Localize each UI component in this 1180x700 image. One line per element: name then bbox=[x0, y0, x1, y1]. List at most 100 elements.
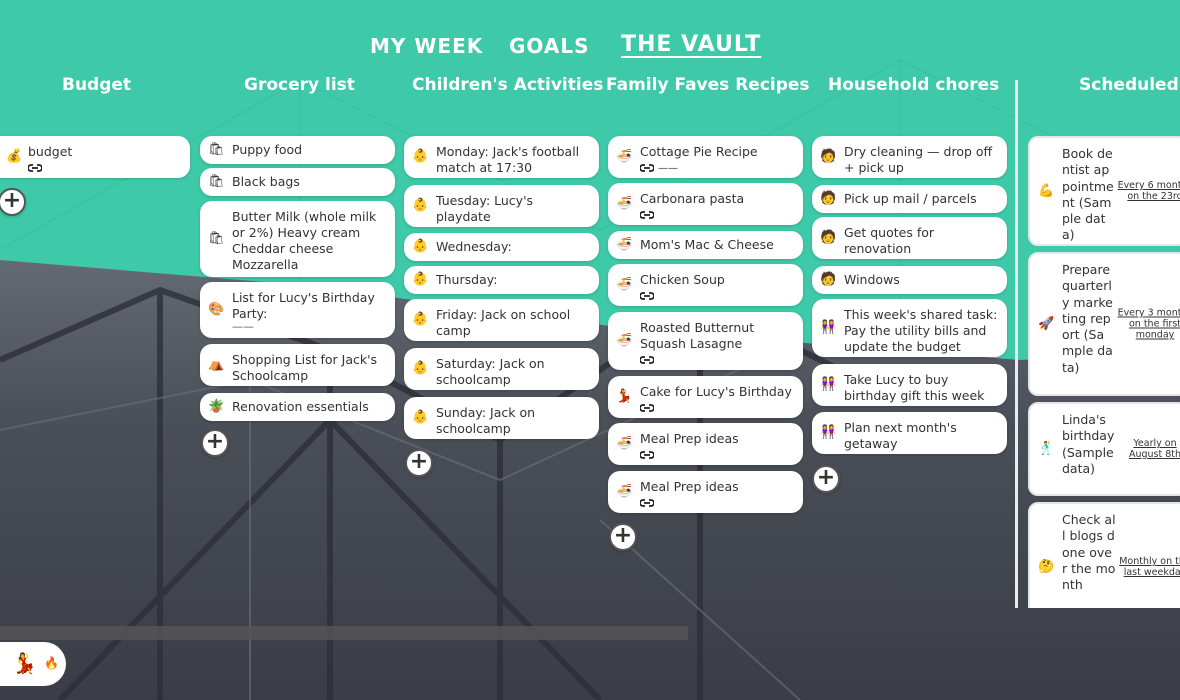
card-chore[interactable]: 👭 Take Lucy to buy birthday gift this we… bbox=[812, 364, 1007, 406]
scheduled-list: 💪 Book dentist appointment (Sample data)… bbox=[1026, 132, 1180, 608]
dancing-person-icon: 🕺 bbox=[1038, 441, 1055, 457]
card-recipe[interactable]: 🍜 Roasted Butternut Squash Lasagne bbox=[608, 312, 803, 370]
add-card-button-recipes[interactable]: + bbox=[609, 523, 637, 551]
bowl-icon: 🍜 bbox=[616, 149, 633, 164]
column-title-budget: Budget bbox=[62, 75, 132, 95]
card-label: Check all blogs done over the month bbox=[1062, 512, 1116, 593]
card-label: Roasted Butternut Squash Lasagne bbox=[640, 320, 755, 351]
bowl-icon: 🍜 bbox=[616, 333, 633, 348]
card-chore[interactable]: 🧑 Get quotes for renovation bbox=[812, 217, 1007, 259]
card-label: Chicken Soup bbox=[640, 272, 725, 287]
scheduled-card[interactable]: 💪 Book dentist appointment (Sample data)… bbox=[1028, 136, 1180, 246]
link-dash: —— bbox=[658, 163, 678, 174]
card-label: Cottage Pie Recipe bbox=[640, 144, 758, 159]
column-title-scheduled: Scheduled bbox=[1079, 75, 1179, 95]
nav-tab-my-week[interactable]: MY WEEK bbox=[370, 34, 483, 58]
card-activity[interactable]: 👶 Tuesday: Lucy's playdate bbox=[404, 185, 599, 227]
add-card-button-activities[interactable]: + bbox=[405, 449, 433, 477]
card-grocery[interactable]: 🛍 Butter Milk (whole milk or 2%) Heavy c… bbox=[200, 201, 395, 277]
person-icon: 🧑 bbox=[820, 230, 837, 245]
baby-icon: 👶 bbox=[412, 410, 429, 425]
top-navigation: MY WEEK GOALS THE VAULT bbox=[0, 32, 1180, 64]
schedule-frequency[interactable]: Yearly on August 8th bbox=[1116, 438, 1180, 460]
card-activity[interactable]: 👶 Wednesday: bbox=[404, 233, 599, 261]
baby-icon: 👶 bbox=[412, 239, 429, 254]
floating-action-button[interactable]: 💃 🔥 bbox=[0, 642, 66, 686]
bowl-icon: 🍜 bbox=[616, 237, 633, 252]
schedule-frequency[interactable]: Every 3 months on the first monday bbox=[1116, 308, 1180, 341]
money-bag-icon: 💰 bbox=[6, 149, 23, 164]
bowl-icon: 🍜 bbox=[616, 436, 633, 451]
card-label: Meal Prep ideas bbox=[640, 479, 739, 494]
link-icon bbox=[639, 289, 795, 301]
add-card-button-grocery[interactable]: + bbox=[201, 429, 229, 457]
card-recipe[interactable]: 🍜 Chicken Soup bbox=[608, 264, 803, 306]
card-label: Shopping List for Jack's Schoolcamp bbox=[232, 352, 378, 383]
link-icon bbox=[639, 353, 795, 365]
couple-icon: 👭 bbox=[820, 425, 837, 440]
column-title-recipes: Family Faves Recipes bbox=[606, 75, 810, 95]
card-label: Dry cleaning — drop off + pick up bbox=[844, 144, 993, 175]
nav-tab-goals[interactable]: GOALS bbox=[509, 34, 590, 58]
card-label: Take Lucy to buy birthday gift this week bbox=[844, 372, 985, 403]
card-grocery[interactable]: 🪴 Renovation essentials bbox=[200, 393, 395, 421]
card-label: Plan next month's getaway bbox=[844, 420, 957, 451]
card-label: Saturday: Jack on schoolcamp bbox=[436, 356, 545, 387]
plant-icon: 🪴 bbox=[208, 399, 225, 414]
card-grocery[interactable]: 🎨 List for Lucy's Birthday Party: —— bbox=[200, 282, 395, 338]
card-recipe[interactable]: 🍜 Carbonara pasta bbox=[608, 183, 803, 225]
card-label: Carbonara pasta bbox=[640, 191, 745, 206]
card-label: Black bags bbox=[232, 174, 300, 189]
card-label: Linda's birthday (Sample data) bbox=[1062, 412, 1115, 476]
nav-tab-the-vault[interactable]: THE VAULT bbox=[621, 32, 761, 57]
card-label: Butter Milk (whole milk or 2%) Heavy cre… bbox=[232, 209, 377, 272]
card-budget[interactable]: 💰 budget bbox=[0, 136, 190, 178]
scheduled-card[interactable]: 🕺 Linda's birthday (Sample data) Yearly … bbox=[1028, 402, 1180, 496]
add-card-button-chores[interactable]: + bbox=[812, 465, 840, 493]
card-activity[interactable]: 👶 Thursday: bbox=[404, 266, 599, 294]
schedule-frequency[interactable]: Every 6 months on the 23rd bbox=[1116, 180, 1180, 202]
card-recipe[interactable]: 🍜 Mom's Mac & Cheese bbox=[608, 231, 803, 259]
couple-icon: 👭 bbox=[820, 377, 837, 392]
card-activity[interactable]: 👶 Sunday: Jack on schoolcamp bbox=[404, 397, 599, 439]
card-chore[interactable]: 🧑 Pick up mail / parcels bbox=[812, 185, 1007, 213]
card-grocery[interactable]: 🛍 Puppy food bbox=[200, 136, 395, 164]
column-title-grocery: Grocery list bbox=[244, 75, 355, 95]
card-grocery[interactable]: 🛍 Black bags bbox=[200, 168, 395, 196]
column-divider bbox=[1015, 80, 1018, 608]
dancer-icon: 💃 bbox=[616, 389, 633, 404]
card-chore[interactable]: 🧑 Dry cleaning — drop off + pick up bbox=[812, 136, 1007, 178]
card-recipe[interactable]: 🍜 Cottage Pie Recipe —— bbox=[608, 136, 803, 178]
dancer-icon: 💃 bbox=[12, 651, 37, 675]
card-recipe[interactable]: 💃 Cake for Lucy's Birthday bbox=[608, 376, 803, 418]
card-chore[interactable]: 🧑 Windows bbox=[812, 266, 1007, 294]
bowl-icon: 🍜 bbox=[616, 196, 633, 211]
card-label: Cake for Lucy's Birthday bbox=[640, 384, 792, 399]
card-chore[interactable]: 👭 This week's shared task: Pay the utili… bbox=[812, 299, 1007, 357]
card-label: Monday: Jack's football match at 17:30 bbox=[436, 144, 580, 175]
schedule-frequency[interactable]: Monthly on the last weekday bbox=[1116, 556, 1180, 578]
card-label: Prepare quarterly marketing report (Samp… bbox=[1062, 262, 1113, 375]
scheduled-card[interactable]: 🤔 Check all blogs done over the month Mo… bbox=[1028, 502, 1180, 608]
shopping-bags-icon: 🛍 bbox=[208, 231, 225, 246]
flame-icon: 🔥 bbox=[44, 656, 59, 670]
flexed-bicep-icon: 💪 bbox=[1038, 183, 1055, 199]
card-activity[interactable]: 👶 Friday: Jack on school camp bbox=[404, 299, 599, 341]
card-label: Renovation essentials bbox=[232, 399, 369, 414]
horizontal-scrollbar[interactable] bbox=[0, 626, 688, 640]
baby-icon: 👶 bbox=[412, 272, 429, 287]
card-grocery[interactable]: ⛺ Shopping List for Jack's Schoolcamp bbox=[200, 344, 395, 386]
card-recipe[interactable]: 🍜 Meal Prep ideas bbox=[608, 471, 803, 513]
card-label: Mom's Mac & Cheese bbox=[640, 237, 774, 252]
card-label: Windows bbox=[844, 272, 900, 287]
card-activity[interactable]: 👶 Saturday: Jack on schoolcamp bbox=[404, 348, 599, 390]
card-label: This week's shared task: Pay the utility… bbox=[844, 307, 998, 354]
card-activity[interactable]: 👶 Monday: Jack's football match at 17:30 bbox=[404, 136, 599, 178]
link-icon bbox=[27, 161, 182, 173]
card-chore[interactable]: 👭 Plan next month's getaway bbox=[812, 412, 1007, 454]
card-label: Friday: Jack on school camp bbox=[436, 307, 571, 338]
couple-icon: 👭 bbox=[820, 320, 837, 335]
card-recipe[interactable]: 🍜 Meal Prep ideas bbox=[608, 423, 803, 465]
baby-icon: 👶 bbox=[412, 361, 429, 376]
scheduled-card[interactable]: 🚀 Prepare quarterly marketing report (Sa… bbox=[1028, 252, 1180, 396]
